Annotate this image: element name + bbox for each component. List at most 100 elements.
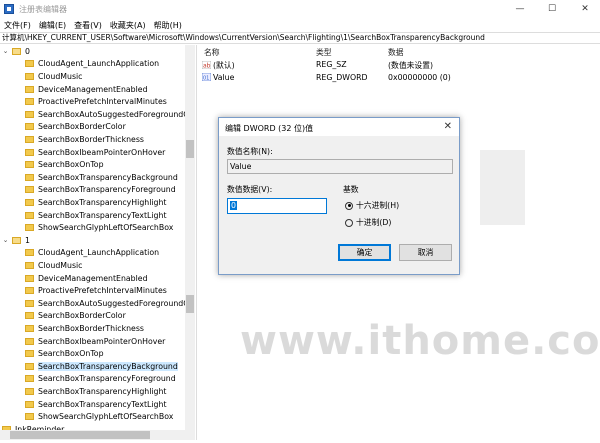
tree-item[interactable]: SearchBoxIbeamPointerOnHover — [25, 335, 165, 348]
tree-item-label: DeviceManagementEnabled — [38, 273, 148, 283]
folder-icon — [25, 274, 34, 282]
folder-icon — [25, 350, 34, 358]
menu-file[interactable]: 文件(F) — [0, 20, 35, 31]
tree-item[interactable]: CloudMusic — [25, 70, 82, 83]
minimize-button[interactable]: — — [505, 0, 535, 18]
svg-text:ab: ab — [203, 63, 211, 70]
tree-item[interactable]: SearchBoxBorderColor — [25, 121, 126, 134]
edit-dword-dialog: 编辑 DWORD (32 位)值 ✕ 数值名称(N): Value 数值数据(V… — [218, 117, 460, 275]
tree-vertical-scrollbar[interactable] — [185, 45, 195, 430]
tree-item-label: SearchBoxTransparencyHighlight — [38, 386, 167, 396]
tree-item-label: SearchBoxTransparencyForeground — [38, 374, 176, 384]
tree-item-label: SearchBoxIbeamPointerOnHover — [38, 336, 166, 346]
folder-icon — [25, 198, 34, 206]
value-data: (数值未设置) — [388, 61, 434, 70]
binary-value-icon: 01 — [202, 73, 211, 81]
tree-group-node[interactable]: ⌄ 1 — [2, 234, 30, 247]
tree-group-node[interactable]: ⌄ 0 — [2, 45, 30, 58]
tree-item[interactable]: SearchBoxBorderThickness — [25, 133, 144, 146]
menu-favorites[interactable]: 收藏夹(A) — [106, 20, 150, 31]
tree-item[interactable]: DeviceManagementEnabled — [25, 272, 148, 285]
tree-item[interactable]: ShowSearchGlyphLeftOfSearchBox — [25, 410, 173, 423]
tree-item-label: SearchBoxOnTop — [38, 349, 104, 359]
value-name-field: Value — [227, 159, 453, 174]
svg-text:01: 01 — [203, 75, 209, 81]
list-row[interactable]: ab (默认) REG_SZ (数值未设置) — [198, 59, 600, 71]
tree-item[interactable]: SearchBoxTransparencyBackground — [25, 171, 178, 184]
folder-icon — [25, 110, 34, 118]
tree-item-label: SearchBoxTransparencyForeground — [38, 185, 176, 195]
hscroll-thumb[interactable] — [10, 431, 150, 439]
folder-icon — [25, 135, 34, 143]
tree-item[interactable]: SearchBoxOnTop — [25, 158, 104, 171]
radio-hexadecimal[interactable]: 十六进制(H) — [345, 200, 399, 211]
chevron-down-icon[interactable]: ⌄ — [2, 47, 9, 55]
folder-icon — [25, 60, 34, 68]
value-data-input[interactable]: 0 — [227, 198, 327, 214]
tree-item[interactable]: CloudAgent_LaunchApplication — [25, 58, 159, 71]
tree-item[interactable]: ProactivePrefetchIntervalMinutes — [25, 284, 167, 297]
folder-icon — [25, 249, 34, 257]
tree-item[interactable]: ProactivePrefetchIntervalMinutes — [25, 95, 167, 108]
tree-item-label: SearchBoxOnTop — [38, 160, 104, 170]
tree-item[interactable]: SearchBoxIbeamPointerOnHover — [25, 146, 165, 159]
folder-icon — [25, 173, 34, 181]
tree-item[interactable]: SearchBoxTransparencyHighlight — [25, 385, 166, 398]
menu-help[interactable]: 帮助(H) — [150, 20, 186, 31]
tree-item[interactable]: CloudAgent_LaunchApplication — [25, 247, 159, 260]
folder-icon — [25, 186, 34, 194]
tree-item-label: ProactivePrefetchIntervalMinutes — [38, 286, 167, 296]
radio-decimal[interactable]: 十进制(D) — [345, 217, 391, 228]
tree-item-label: CloudMusic — [38, 71, 83, 81]
tree-item-label: SearchBoxAutoSuggestedForegroundCo — [38, 298, 185, 308]
scrollbar-thumb-upper[interactable] — [186, 140, 194, 158]
tree-horizontal-scrollbar[interactable] — [0, 430, 195, 440]
tree-item[interactable]: SearchBoxTransparencyBackground — [25, 360, 178, 373]
tree-item[interactable]: DeviceManagementEnabled — [25, 83, 148, 96]
tree-item[interactable]: SearchBoxTransparencyForeground — [25, 373, 176, 386]
address-bar[interactable]: 计算机\HKEY_CURRENT_USER\Software\Microsoft… — [0, 32, 600, 44]
folder-icon — [25, 98, 34, 106]
menu-view[interactable]: 查看(V) — [70, 20, 106, 31]
tree-item[interactable]: SearchBoxTransparencyTextLight — [25, 209, 167, 222]
value-name: Value — [213, 73, 235, 82]
tree-item[interactable]: SearchBoxOnTop — [25, 347, 104, 360]
value-data-text: 0 — [230, 201, 237, 210]
list-header: 名称 类型 数据 — [198, 45, 600, 58]
tree-item[interactable]: SearchBoxBorderThickness — [25, 322, 144, 335]
scrollbar-thumb-lower[interactable] — [186, 295, 194, 313]
column-type-header[interactable]: 类型 — [316, 47, 332, 58]
folder-icon — [25, 161, 34, 169]
chevron-down-icon[interactable]: ⌄ — [2, 236, 9, 244]
tree-item[interactable]: SearchBoxTransparencyTextLight — [25, 398, 167, 411]
ok-button[interactable]: 确定 — [338, 244, 391, 261]
tree-item-label: SearchBoxTransparencyBackground — [38, 361, 178, 371]
maximize-button[interactable]: ☐ — [537, 0, 567, 18]
column-name-header[interactable]: 名称 — [204, 47, 220, 58]
cancel-button[interactable]: 取消 — [399, 244, 452, 261]
folder-icon — [25, 413, 34, 421]
tree-item[interactable]: SearchBoxAutoSuggestedForegroundCo — [25, 108, 185, 121]
folder-icon — [25, 148, 34, 156]
menu-edit[interactable]: 编辑(E) — [35, 20, 70, 31]
pane-splitter[interactable] — [196, 45, 197, 440]
tree-item[interactable]: SearchBoxAutoSuggestedForegroundCo — [25, 297, 185, 310]
dialog-title: 编辑 DWORD (32 位)值 — [225, 124, 314, 133]
column-data-header[interactable]: 数据 — [388, 47, 404, 58]
tree-item[interactable]: CloudMusic — [25, 259, 82, 272]
tree-item[interactable]: SearchBoxTransparencyForeground — [25, 184, 176, 197]
ab-string-icon: ab — [202, 61, 211, 69]
tree-item-label: SearchBoxBorderThickness — [38, 323, 144, 333]
radio-selected-icon — [345, 201, 353, 210]
value-name-label: 数值名称(N): — [227, 147, 273, 156]
close-button[interactable]: ✕ — [570, 0, 600, 18]
tree-item[interactable]: SearchBoxTransparencyHighlight — [25, 196, 166, 209]
folder-open-icon — [12, 236, 21, 244]
dialog-close-button[interactable]: ✕ — [444, 121, 452, 132]
menu-bar: 文件(F) 编辑(E) 查看(V) 收藏夹(A) 帮助(H) — [0, 18, 600, 32]
tree-item[interactable]: InkReminder — [2, 423, 64, 430]
tree-item[interactable]: SearchBoxBorderColor — [25, 310, 126, 323]
list-row[interactable]: 01 Value REG_DWORD 0x00000000 (0) — [198, 72, 600, 84]
tree-item[interactable]: ShowSearchGlyphLeftOfSearchBox — [25, 221, 173, 234]
tree-item-label: CloudMusic — [38, 260, 83, 270]
